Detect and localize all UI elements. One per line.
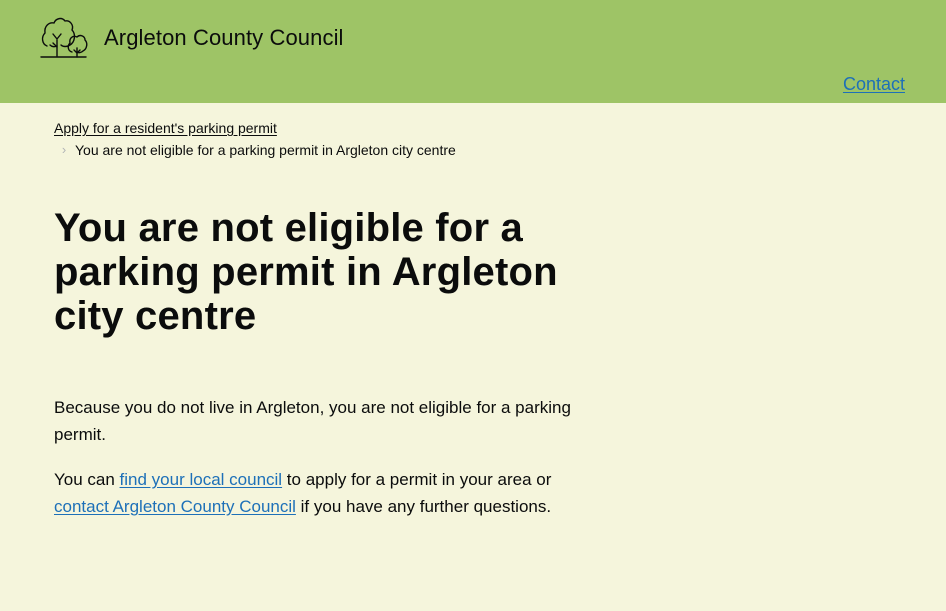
contact-link[interactable]: Contact xyxy=(843,73,905,95)
site-header: Argleton County Council Contact xyxy=(0,0,946,103)
contact-council-link[interactable]: contact Argleton County Council xyxy=(54,497,296,516)
breadcrumb-link-parking-permit[interactable]: Apply for a resident's parking permit xyxy=(54,117,614,139)
next-steps-text: You can find your local council to apply… xyxy=(54,466,594,520)
site-name[interactable]: Argleton County Council xyxy=(104,25,344,51)
chevron-right-icon: › xyxy=(61,142,67,157)
find-local-council-link[interactable]: find your local council xyxy=(120,470,283,489)
next-steps-text-2: to apply for a permit in your area or xyxy=(282,470,552,489)
ineligibility-reason-text: Because you do not live in Argleton, you… xyxy=(54,398,571,444)
next-steps-text-3: if you have any further questions. xyxy=(295,497,552,516)
logo-link[interactable]: Argleton County Council xyxy=(40,16,344,60)
main-content: Apply for a resident's parking permit › … xyxy=(0,103,614,520)
page-title: You are not eligible for a parking permi… xyxy=(54,206,558,338)
breadcrumb: Apply for a resident's parking permit › … xyxy=(54,103,614,161)
breadcrumb-current: › You are not eligible for a parking per… xyxy=(54,139,614,161)
trees-icon xyxy=(40,17,88,58)
breadcrumb-current-label: You are not eligible for a parking permi… xyxy=(75,142,456,158)
next-steps-text-1: You can xyxy=(54,470,120,489)
